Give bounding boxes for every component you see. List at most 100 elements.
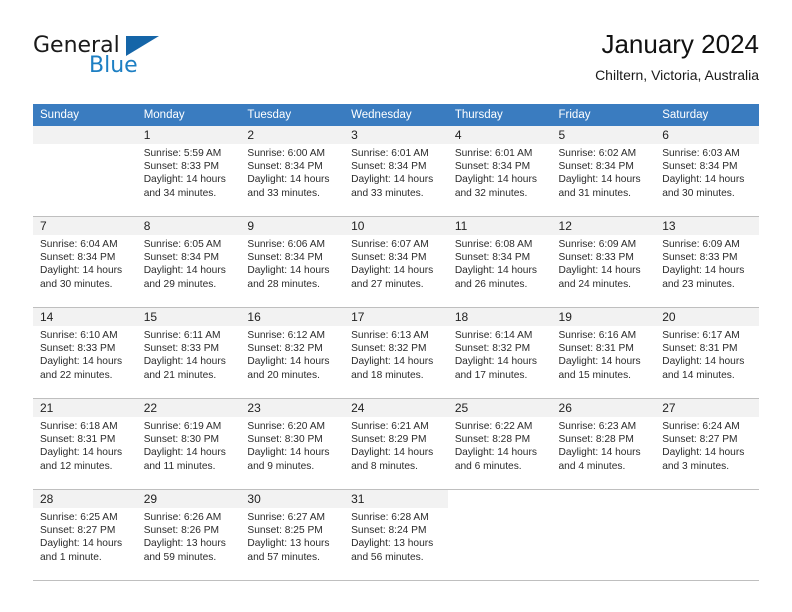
daylight-text-line2: and 57 minutes.: [247, 551, 320, 563]
day-cell[interactable]: 3 Sunrise: 6:01 AM Sunset: 8:34 PM Dayli…: [344, 126, 448, 217]
day-cell[interactable]: 21 Sunrise: 6:18 AM Sunset: 8:31 PM Dayl…: [33, 398, 137, 490]
daylight-text-line2: and 15 minutes.: [558, 369, 632, 381]
day-cell[interactable]: 1 Sunrise: 5:59 AM Sunset: 8:33 PM Dayli…: [136, 126, 241, 217]
day-details: Sunrise: 6:09 AM Sunset: 8:33 PM Dayligh…: [655, 235, 759, 291]
day-cell-inner: 11 Sunrise: 6:08 AM Sunset: 8:34 PM Dayl…: [447, 217, 552, 307]
day-number: 2: [240, 126, 345, 144]
day-cell[interactable]: 5 Sunrise: 6:02 AM Sunset: 8:34 PM Dayli…: [551, 126, 656, 217]
daylight-text-line1: Daylight: 14 hours: [247, 447, 330, 459]
day-cell[interactable]: 13 Sunrise: 6:09 AM Sunset: 8:33 PM Dayl…: [655, 216, 759, 308]
day-cell[interactable]: 9 Sunrise: 6:06 AM Sunset: 8:34 PM Dayli…: [240, 216, 345, 308]
day-number: 17: [344, 308, 448, 326]
day-cell[interactable]: 29 Sunrise: 6:26 AM Sunset: 8:26 PM Dayl…: [136, 489, 241, 581]
day-cell[interactable]: 11 Sunrise: 6:08 AM Sunset: 8:34 PM Dayl…: [447, 216, 552, 308]
daylight-text-line1: Daylight: 14 hours: [454, 174, 537, 186]
calendar-page: General Blue January 2024 Chiltern, Vict…: [0, 0, 792, 612]
daylight-text-line1: Daylight: 14 hours: [454, 265, 537, 277]
weekday-header-tuesday: Tuesday: [240, 104, 345, 126]
day-cell[interactable]: 25 Sunrise: 6:22 AM Sunset: 8:28 PM Dayl…: [447, 398, 552, 490]
day-details: Sunrise: 6:27 AM Sunset: 8:25 PM Dayligh…: [240, 508, 344, 564]
page-header: General Blue January 2024 Chiltern, Vict…: [33, 28, 759, 90]
day-cell-inner: 12 Sunrise: 6:09 AM Sunset: 8:33 PM Dayl…: [551, 217, 656, 307]
weekday-header-monday: Monday: [136, 104, 241, 126]
day-details: Sunrise: 6:12 AM Sunset: 8:32 PM Dayligh…: [240, 326, 344, 382]
day-cell-inner: 31 Sunrise: 6:28 AM Sunset: 8:24 PM Dayl…: [344, 490, 448, 580]
day-details: [33, 144, 137, 147]
day-cell[interactable]: 2 Sunrise: 6:00 AM Sunset: 8:34 PM Dayli…: [240, 126, 345, 217]
day-cell[interactable]: 22 Sunrise: 6:19 AM Sunset: 8:30 PM Dayl…: [136, 398, 241, 490]
daylight-text-line1: Daylight: 14 hours: [662, 174, 745, 186]
day-cell[interactable]: 23 Sunrise: 6:20 AM Sunset: 8:30 PM Dayl…: [240, 398, 345, 490]
calendar-week-row: 28 Sunrise: 6:25 AM Sunset: 8:27 PM Dayl…: [33, 489, 759, 581]
sunset-text: Sunset: 8:34 PM: [662, 161, 738, 173]
day-cell-inner: [447, 490, 552, 580]
day-cell[interactable]: 10 Sunrise: 6:07 AM Sunset: 8:34 PM Dayl…: [344, 216, 448, 308]
day-cell[interactable]: 7 Sunrise: 6:04 AM Sunset: 8:34 PM Dayli…: [33, 216, 137, 308]
day-cell[interactable]: 30 Sunrise: 6:27 AM Sunset: 8:25 PM Dayl…: [240, 489, 345, 581]
sunrise-text: Sunrise: 6:10 AM: [40, 330, 118, 341]
sunrise-text: Sunrise: 6:00 AM: [247, 148, 325, 159]
daylight-text-line1: Daylight: 14 hours: [558, 447, 641, 459]
brand-logo[interactable]: General Blue: [33, 34, 233, 86]
day-cell[interactable]: 27 Sunrise: 6:24 AM Sunset: 8:27 PM Dayl…: [655, 398, 759, 490]
day-number: 1: [136, 126, 241, 144]
daylight-text-line2: and 17 minutes.: [454, 369, 528, 381]
weekday-header-row: Sunday Monday Tuesday Wednesday Thursday…: [33, 104, 759, 126]
daylight-text-line1: Daylight: 13 hours: [143, 538, 226, 550]
day-number: 6: [655, 126, 759, 144]
day-cell[interactable]: 6 Sunrise: 6:03 AM Sunset: 8:34 PM Dayli…: [655, 126, 759, 217]
daylight-text-line2: and 11 minutes.: [143, 460, 216, 472]
sunrise-text: Sunrise: 6:14 AM: [454, 330, 533, 341]
daylight-text-line1: Daylight: 14 hours: [40, 356, 123, 368]
day-cell[interactable]: 8 Sunrise: 6:05 AM Sunset: 8:34 PM Dayli…: [136, 216, 241, 308]
day-details: Sunrise: 6:25 AM Sunset: 8:27 PM Dayligh…: [33, 508, 137, 564]
day-cell-inner: 7 Sunrise: 6:04 AM Sunset: 8:34 PM Dayli…: [33, 217, 137, 307]
daylight-text-line2: and 22 minutes.: [40, 369, 113, 381]
daylight-text-line1: Daylight: 14 hours: [558, 265, 641, 277]
weekday-header-friday: Friday: [551, 104, 656, 126]
daylight-text-line1: Daylight: 14 hours: [143, 356, 226, 368]
day-number: 4: [447, 126, 552, 144]
day-cell[interactable]: 15 Sunrise: 6:11 AM Sunset: 8:33 PM Dayl…: [136, 307, 241, 399]
day-cell-inner: 5 Sunrise: 6:02 AM Sunset: 8:34 PM Dayli…: [551, 126, 656, 216]
day-number: [551, 490, 656, 508]
sunrise-text: Sunrise: 6:21 AM: [351, 421, 429, 432]
day-cell[interactable]: [33, 126, 137, 217]
day-cell[interactable]: 19 Sunrise: 6:16 AM Sunset: 8:31 PM Dayl…: [551, 307, 656, 399]
day-details: [448, 508, 552, 511]
sunrise-text: Sunrise: 6:26 AM: [143, 512, 222, 523]
sunset-text: Sunset: 8:34 PM: [143, 252, 220, 264]
day-details: Sunrise: 6:21 AM Sunset: 8:29 PM Dayligh…: [344, 417, 448, 473]
day-details: Sunrise: 6:13 AM Sunset: 8:32 PM Dayligh…: [344, 326, 448, 382]
day-cell[interactable]: 26 Sunrise: 6:23 AM Sunset: 8:28 PM Dayl…: [551, 398, 656, 490]
sunset-text: Sunset: 8:32 PM: [454, 343, 531, 355]
sunset-text: Sunset: 8:33 PM: [143, 161, 220, 173]
day-details: Sunrise: 6:26 AM Sunset: 8:26 PM Dayligh…: [137, 508, 241, 564]
day-cell[interactable]: 18 Sunrise: 6:14 AM Sunset: 8:32 PM Dayl…: [447, 307, 552, 399]
day-cell[interactable]: 31 Sunrise: 6:28 AM Sunset: 8:24 PM Dayl…: [344, 489, 448, 581]
day-cell[interactable]: [655, 489, 759, 581]
day-cell-inner: [655, 490, 759, 580]
day-cell-inner: 10 Sunrise: 6:07 AM Sunset: 8:34 PM Dayl…: [344, 217, 448, 307]
day-cell[interactable]: 28 Sunrise: 6:25 AM Sunset: 8:27 PM Dayl…: [33, 489, 137, 581]
calendar-body: 1 Sunrise: 5:59 AM Sunset: 8:33 PM Dayli…: [33, 126, 759, 581]
day-cell[interactable]: 17 Sunrise: 6:13 AM Sunset: 8:32 PM Dayl…: [344, 307, 448, 399]
day-details: Sunrise: 6:03 AM Sunset: 8:34 PM Dayligh…: [655, 144, 759, 200]
day-cell[interactable]: [447, 489, 552, 581]
day-cell[interactable]: 14 Sunrise: 6:10 AM Sunset: 8:33 PM Dayl…: [33, 307, 137, 399]
sunset-text: Sunset: 8:34 PM: [351, 161, 427, 173]
day-number: 15: [136, 308, 241, 326]
day-details: [655, 508, 759, 511]
day-cell[interactable]: 4 Sunrise: 6:01 AM Sunset: 8:34 PM Dayli…: [447, 126, 552, 217]
day-cell[interactable]: 12 Sunrise: 6:09 AM Sunset: 8:33 PM Dayl…: [551, 216, 656, 308]
day-cell[interactable]: 20 Sunrise: 6:17 AM Sunset: 8:31 PM Dayl…: [655, 307, 759, 399]
day-number: 5: [551, 126, 656, 144]
sunrise-text: Sunrise: 6:25 AM: [40, 512, 118, 523]
sunset-text: Sunset: 8:32 PM: [247, 343, 323, 355]
day-cell[interactable]: 24 Sunrise: 6:21 AM Sunset: 8:29 PM Dayl…: [344, 398, 448, 490]
sunrise-text: Sunrise: 6:09 AM: [558, 239, 637, 250]
daylight-text-line2: and 32 minutes.: [454, 187, 528, 199]
sunrise-text: Sunrise: 6:19 AM: [143, 421, 222, 432]
day-cell[interactable]: 16 Sunrise: 6:12 AM Sunset: 8:32 PM Dayl…: [240, 307, 345, 399]
day-cell[interactable]: [551, 489, 656, 581]
